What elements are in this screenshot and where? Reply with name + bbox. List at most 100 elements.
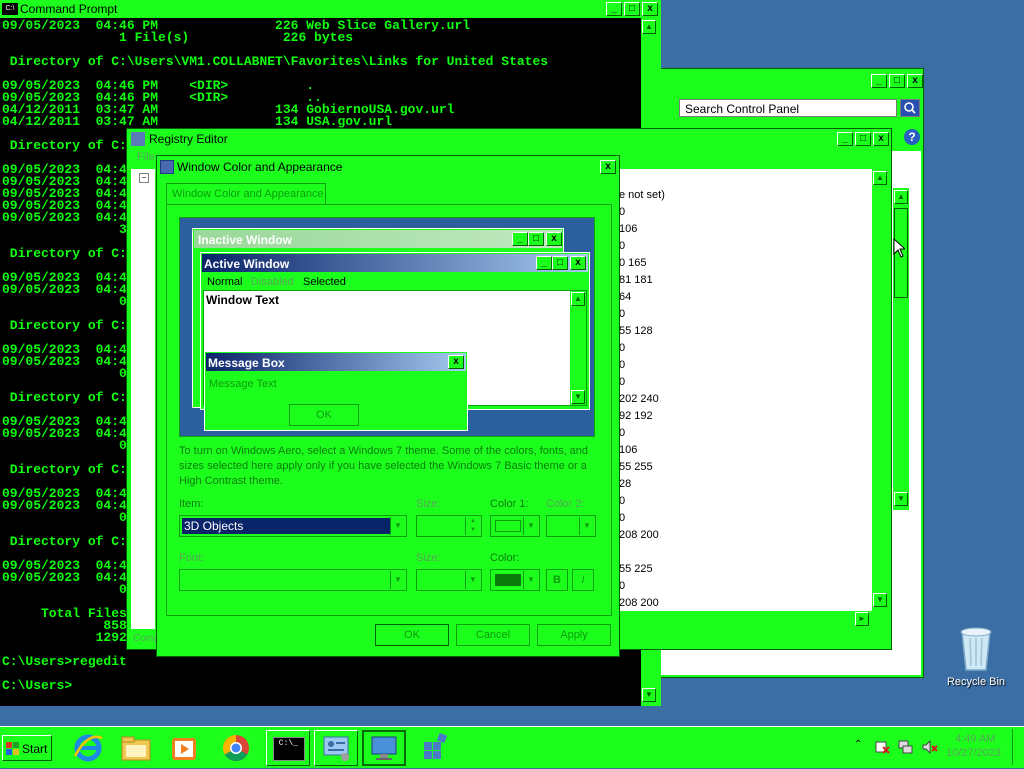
aero-info-text: To turn on Windows Aero, select a Window… xyxy=(179,445,589,487)
scroll-up-arrow[interactable]: ▲ xyxy=(642,20,656,34)
appearance-preview[interactable]: Inactive Window _ □ x Active Window _ □ … xyxy=(179,217,595,437)
internet-explorer-icon[interactable] xyxy=(70,730,106,766)
registry-value-row[interactable]: 202 240 xyxy=(619,391,665,408)
cmd-taskbar-icon[interactable]: C:\_ xyxy=(266,730,310,766)
registry-value-row[interactable]: 0 xyxy=(619,306,665,323)
font-color-picker[interactable]: ▼ xyxy=(490,569,540,591)
maximize-button[interactable]: □ xyxy=(889,74,905,88)
color1-picker[interactable]: ▼ xyxy=(490,515,540,537)
search-input[interactable]: Search Control Panel xyxy=(685,102,799,116)
registry-value-row[interactable]: 92 192 xyxy=(619,408,665,425)
minimize-button[interactable]: _ xyxy=(606,2,622,16)
control-panel-taskbar-icon[interactable] xyxy=(314,730,358,766)
registry-value-row[interactable]: 81 181 xyxy=(619,272,665,289)
show-desktop-button[interactable] xyxy=(1012,729,1023,765)
minimize-button[interactable]: _ xyxy=(871,74,887,88)
spinner-arrows-icon[interactable]: ▲ ▼ xyxy=(465,517,480,535)
file-explorer-icon[interactable] xyxy=(118,730,154,766)
chrome-icon[interactable] xyxy=(218,730,254,766)
registry-value-row[interactable]: 0 xyxy=(619,357,665,374)
scroll-up-arrow[interactable]: ▲ xyxy=(894,190,908,204)
close-button[interactable]: x xyxy=(907,74,923,88)
dialog-title-bar[interactable]: Window Color and Appearance x xyxy=(157,156,619,178)
item-dropdown[interactable]: 3D Objects ▼ xyxy=(179,515,407,537)
registry-value-row[interactable]: 55 128 xyxy=(619,323,665,340)
chevron-down-icon[interactable]: ▼ xyxy=(465,571,480,589)
registry-value-row[interactable] xyxy=(619,544,665,561)
show-hidden-icons-icon[interactable]: ⌃ xyxy=(854,739,862,750)
media-player-icon[interactable] xyxy=(166,730,202,766)
tree-collapse-icon[interactable]: − xyxy=(139,173,149,183)
chevron-down-icon[interactable]: ▼ xyxy=(390,571,405,589)
italic-button[interactable]: I xyxy=(572,569,594,591)
inactive-title-bar: Inactive Window _ □ x xyxy=(194,230,562,248)
close-button[interactable]: x xyxy=(642,2,658,16)
chevron-down-icon[interactable]: ▼ xyxy=(579,517,594,535)
close-button[interactable]: x xyxy=(600,160,616,174)
scroll-up-arrow[interactable]: ▲ xyxy=(873,171,887,185)
scroll-down-arrow[interactable]: ▼ xyxy=(873,593,887,607)
apply-button[interactable]: Apply xyxy=(537,624,611,646)
chevron-down-icon[interactable]: ▼ xyxy=(523,517,538,535)
chevron-down-icon[interactable]: ▼ xyxy=(390,517,405,535)
registry-value-row[interactable]: 0 165 xyxy=(619,255,665,272)
registry-value-row[interactable]: 0 xyxy=(619,374,665,391)
display-settings-taskbar-icon[interactable] xyxy=(362,730,406,766)
maximize-button[interactable]: □ xyxy=(624,2,640,16)
chevron-down-icon[interactable]: ▼ xyxy=(523,571,538,589)
registry-value-row[interactable]: 55 255 xyxy=(619,459,665,476)
clock-time[interactable]: 4:49 AM xyxy=(955,733,995,745)
size-spinner[interactable]: ▲ ▼ xyxy=(416,515,482,537)
registry-scrollbar[interactable]: ▲ ▼ xyxy=(872,169,888,611)
font-size-dropdown[interactable]: ▼ xyxy=(416,569,482,591)
registry-value-row[interactable]: 208 200 xyxy=(619,527,665,544)
clock-date[interactable]: 10/27/2023 xyxy=(946,747,1001,759)
network-icon[interactable] xyxy=(898,739,914,755)
scroll-down-arrow[interactable]: ▼ xyxy=(642,688,656,702)
registry-value-row[interactable]: 55 225 xyxy=(619,561,665,578)
registry-values-pane[interactable]: e not set) 0 106 0 0 165 81 181 64 0 55 128 0 0 0 20… xyxy=(617,169,873,611)
registry-value-row[interactable]: 106 xyxy=(619,221,665,238)
tab-window-color[interactable]: Window Color and Appearance xyxy=(166,183,326,205)
registry-value-row[interactable]: 28 xyxy=(619,476,665,493)
window-color-dialog[interactable]: Window Color and Appearance x Window Col… xyxy=(156,155,620,657)
ok-button[interactable]: OK xyxy=(375,624,449,646)
menu-file[interactable]: File xyxy=(137,151,155,163)
close-button[interactable]: x xyxy=(873,132,889,146)
start-button[interactable]: Start xyxy=(2,735,52,761)
registry-title-bar[interactable]: Registry Editor _ □ x xyxy=(127,129,891,149)
scroll-down-arrow[interactable]: ▼ xyxy=(894,492,908,506)
registry-value-row[interactable]: 106 xyxy=(619,442,665,459)
registry-value-row[interactable]: 0 xyxy=(619,510,665,527)
windows-logo-icon xyxy=(6,742,19,755)
scroll-right-arrow[interactable]: ► xyxy=(855,612,869,626)
help-icon[interactable]: ? xyxy=(904,129,920,145)
active-title-bar: Active Window _ □ x xyxy=(202,254,588,272)
registry-hscrollbar[interactable]: ► xyxy=(617,611,873,627)
recycle-bin[interactable]: Recycle Bin xyxy=(944,624,1008,694)
registry-value-row[interactable]: 0 xyxy=(619,493,665,510)
registry-value-row[interactable]: e not set) xyxy=(619,187,665,204)
search-icon[interactable] xyxy=(900,99,920,117)
volume-muted-icon[interactable] xyxy=(922,739,938,755)
registry-value-row[interactable]: 0 xyxy=(619,238,665,255)
registry-value-row[interactable]: 0 xyxy=(619,425,665,442)
registry-value-row[interactable]: 64 xyxy=(619,289,665,306)
cancel-button[interactable]: Cancel xyxy=(456,624,530,646)
font-dropdown[interactable]: ▼ xyxy=(179,569,407,591)
registry-value-row[interactable]: 0 xyxy=(619,204,665,221)
bold-button[interactable]: B xyxy=(546,569,568,591)
color1-label: Color 1: xyxy=(490,498,529,510)
minimize-button[interactable]: _ xyxy=(837,132,853,146)
registry-value-row[interactable]: 208 200 xyxy=(619,595,665,611)
registry-value-row[interactable]: 0 xyxy=(619,578,665,595)
registry-tree-pane[interactable]: − xyxy=(131,169,155,629)
control-panel-scrollbar[interactable]: ▲ ▼ xyxy=(893,188,909,510)
registry-editor-taskbar-icon[interactable] xyxy=(414,730,458,766)
maximize-button[interactable]: □ xyxy=(855,132,871,146)
action-center-icon[interactable] xyxy=(874,739,890,755)
registry-value-row[interactable]: 0 xyxy=(619,340,665,357)
search-box[interactable]: Search Control Panel xyxy=(679,99,897,117)
cmd-title-bar[interactable]: C:\ Command Prompt _ □ x xyxy=(0,0,661,18)
color2-picker[interactable]: ▼ xyxy=(546,515,596,537)
